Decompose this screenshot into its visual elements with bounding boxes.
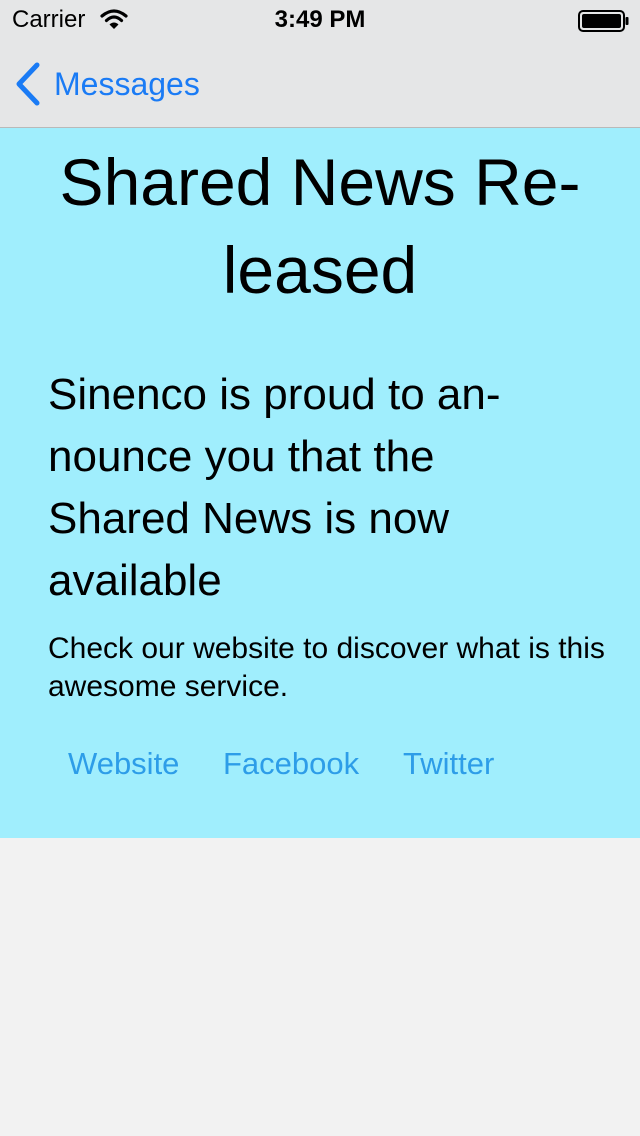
- battery-icon: [578, 10, 629, 32]
- facebook-link[interactable]: Facebook: [223, 746, 359, 782]
- chevron-left-icon: [16, 62, 40, 106]
- message-card: Shared News Re-leased Sinenco is proud t…: [0, 128, 640, 838]
- website-link[interactable]: Website: [68, 746, 179, 782]
- message-lead: Sinenco is proud to an-nounce you that t…: [48, 370, 501, 605]
- clock: 3:49 PM: [274, 6, 366, 33]
- message-title: Shared News Re-leased: [59, 145, 581, 307]
- back-button[interactable]: Messages: [14, 60, 200, 108]
- message-body: Check our website to discover what is th…: [48, 632, 605, 703]
- status-bar: Carrier 3:49 PM: [0, 0, 640, 40]
- top-bar: Carrier 3:49 PM Messages: [0, 0, 640, 128]
- navigation-bar: Messages: [0, 40, 640, 128]
- back-button-label: Messages: [54, 65, 200, 102]
- twitter-link[interactable]: Twitter: [403, 746, 494, 782]
